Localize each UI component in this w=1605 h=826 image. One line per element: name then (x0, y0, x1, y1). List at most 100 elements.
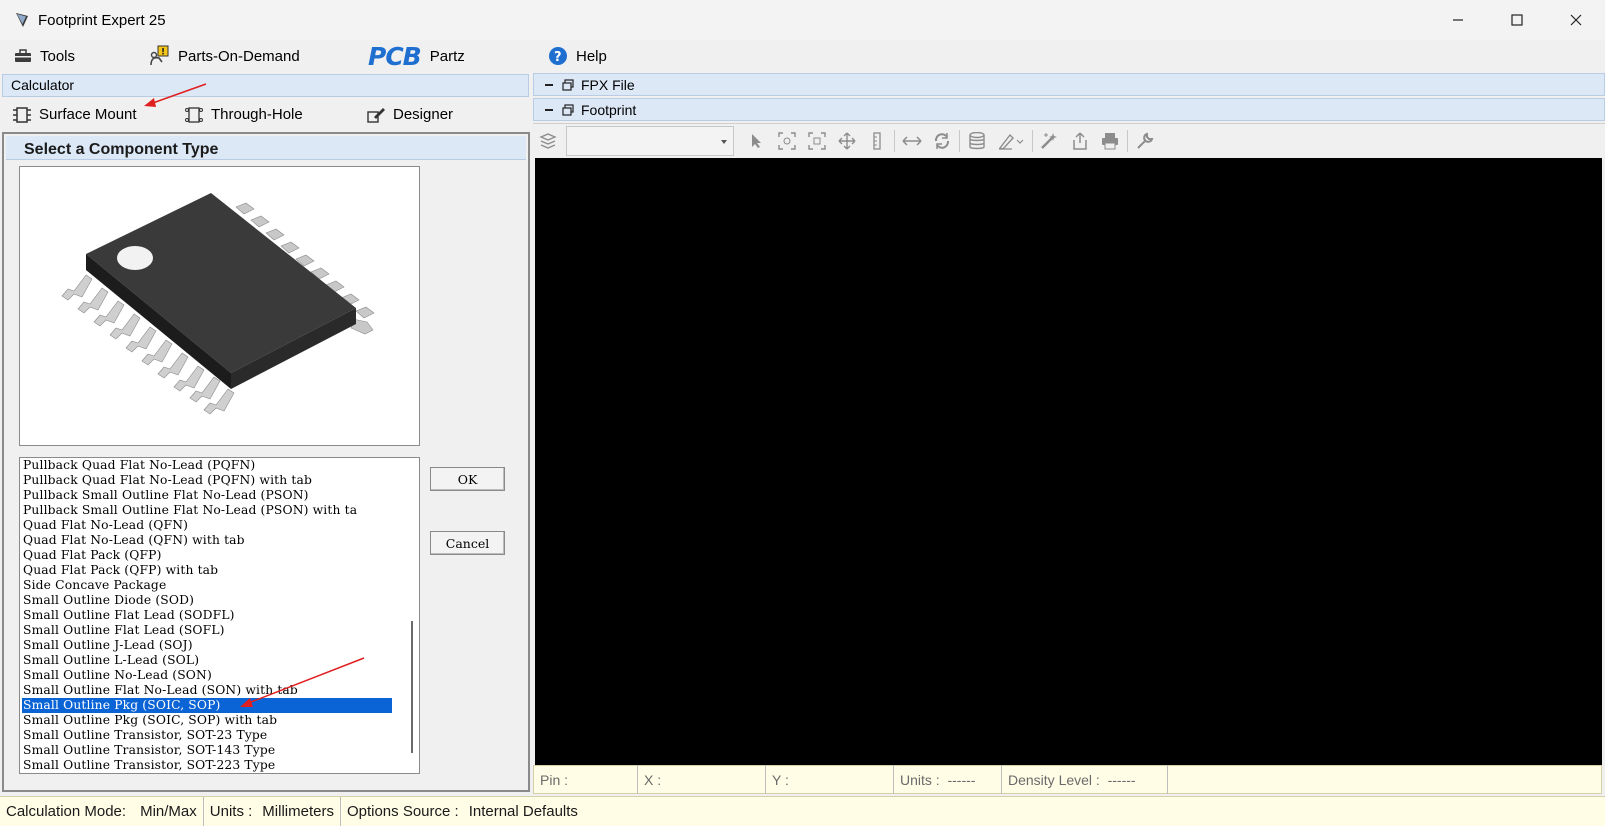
ok-button[interactable]: OK (430, 467, 505, 491)
component-list-items: Pullback Quad Flat No-Lead (PQFN) Pullbac… (22, 458, 392, 773)
calc-mode-value: Min/Max (140, 803, 197, 820)
layers-icon[interactable] (533, 126, 563, 156)
parts-on-demand-icon: ! (150, 45, 169, 66)
app-icon (16, 13, 28, 27)
help-icon: ? (549, 47, 567, 65)
tab-surface-mount-label: Surface Mount (39, 106, 137, 123)
layer-combo[interactable] (566, 125, 734, 156)
pan-icon[interactable] (832, 126, 862, 156)
database-icon[interactable] (962, 126, 992, 156)
component-preview (19, 166, 420, 446)
tab-through-hole-label: Through-Hole (211, 106, 303, 123)
restore-window-icon[interactable] (562, 78, 574, 91)
restore-window-icon[interactable] (562, 103, 574, 116)
options-source-status: Options Source : Internal Defaults (341, 797, 584, 826)
footprint-canvas[interactable] (535, 158, 1602, 765)
window-title: Footprint Expert 25 (38, 11, 166, 29)
list-item[interactable]: Pullback Quad Flat No-Lead (PQFN) with t… (22, 473, 392, 488)
menu-partz-label: Partz (429, 47, 465, 65)
calculator-header: Calculator (2, 74, 529, 97)
minimize-icon (1452, 19, 1463, 21)
designer-icon (367, 107, 385, 123)
list-item[interactable]: Pullback Small Outline Flat No-Lead (PSO… (22, 503, 392, 518)
menu-tools[interactable]: Tools (14, 40, 75, 72)
component-select-panel: Select a Component Type Pullback Quad Fl… (2, 132, 530, 792)
soic-package-image (61, 193, 375, 415)
list-item[interactable]: Small Outline Flat Lead (SOFL) (22, 623, 392, 638)
list-item[interactable]: Small Outline No-Lead (SON) (22, 668, 392, 683)
units-status: Units : ------ (894, 765, 1002, 794)
list-item[interactable]: Small Outline Flat Lead (SODFL) (22, 608, 392, 623)
ruler-icon[interactable] (862, 126, 892, 156)
title-bar: Footprint Expert 25 (0, 0, 1605, 40)
menu-tools-label: Tools (40, 47, 76, 65)
list-scrollbar-thumb[interactable] (411, 621, 413, 753)
zoom-window-icon[interactable] (802, 126, 832, 156)
list-item[interactable]: Quad Flat No-Lead (QFN) (22, 518, 392, 533)
list-item[interactable]: Small Outline J-Lead (SOJ) (22, 638, 392, 653)
rotate-icon[interactable] (927, 126, 957, 156)
fpx-file-label: FPX File (581, 76, 635, 93)
tab-surface-mount[interactable]: Surface Mount (12, 99, 137, 130)
x-status: X : (638, 765, 766, 794)
calculator-tabs: Surface Mount Through-Hole Designer (0, 99, 532, 130)
export-icon[interactable] (1065, 126, 1095, 156)
pointer-icon[interactable] (742, 126, 772, 156)
close-icon (1570, 14, 1581, 26)
chip-through-hole-icon (185, 106, 203, 123)
list-item[interactable]: Pullback Quad Flat No-Lead (PQFN) (22, 458, 392, 473)
tab-designer[interactable]: Designer (366, 99, 453, 130)
minimize-button[interactable] (1428, 0, 1487, 40)
select-component-header: Select a Component Type (6, 136, 526, 160)
pcb-logo: PCB (368, 41, 422, 71)
footprint-label: Footprint (581, 101, 637, 118)
list-item[interactable]: Quad Flat Pack (QFP) (22, 548, 392, 563)
list-item[interactable]: Small Outline Transistor, SOT-223 Type (22, 758, 392, 773)
mirror-icon[interactable] (897, 126, 927, 156)
chevron-down-icon (721, 139, 727, 144)
svg-text:!: ! (161, 48, 165, 58)
list-item[interactable]: Small Outline Diode (SOD) (22, 593, 392, 608)
calc-mode-status: Calculation Mode: Min/Max (0, 796, 204, 826)
list-item[interactable]: Side Concave Package (22, 578, 392, 593)
fpx-file-bar[interactable]: FPX File (533, 73, 1605, 96)
list-item[interactable]: Small Outline Transistor, SOT-23 Type (22, 728, 392, 743)
units-value: Millimeters (262, 803, 334, 820)
options-source-value: Internal Defaults (468, 803, 578, 820)
cancel-button[interactable]: Cancel (430, 531, 505, 555)
menu-parts-on-demand-label: Parts-On-Demand (178, 47, 300, 65)
zoom-extents-icon[interactable] (772, 126, 802, 156)
print-icon[interactable] (1095, 126, 1125, 156)
collapse-icon[interactable] (545, 108, 553, 111)
menu-help[interactable]: ? Help (548, 40, 607, 72)
bottom-status-bar: Calculation Mode: Min/Max Units : Millim… (0, 796, 1605, 826)
tab-through-hole[interactable]: Through-Hole (184, 99, 303, 130)
density-status: Density Level : ------ (1002, 765, 1168, 794)
list-item[interactable]: Small Outline Pkg (SOIC, SOP) (22, 698, 392, 713)
close-button[interactable] (1546, 0, 1605, 40)
draw-tool-icon[interactable] (992, 126, 1030, 156)
footprint-bar[interactable]: Footprint (533, 98, 1605, 121)
list-item[interactable]: Small Outline Flat No-Lead (SON) with ta… (22, 683, 392, 698)
menu-pcb-partz[interactable]: PCB Partz (368, 40, 465, 72)
options-source-label: Options Source : (346, 803, 459, 820)
list-item[interactable]: Quad Flat No-Lead (QFN) with tab (22, 533, 392, 548)
list-item[interactable]: Quad Flat Pack (QFP) with tab (22, 563, 392, 578)
units-label: Units : (209, 803, 253, 820)
units-status-bottom: Units : Millimeters (204, 796, 341, 826)
list-item[interactable]: Small Outline Transistor, SOT-143 Type (22, 743, 392, 758)
list-item[interactable]: Small Outline L-Lead (SOL) (22, 653, 392, 668)
wrench-icon[interactable] (1130, 126, 1160, 156)
footprint-toolbar (533, 123, 1605, 157)
toolbox-icon (15, 49, 31, 62)
y-status: Y : (766, 765, 894, 794)
footprint-status-bar: Pin : X : Y : Units : ------ Density Lev… (533, 765, 1602, 794)
calc-mode-label: Calculation Mode: (6, 803, 127, 820)
collapse-icon[interactable] (545, 83, 553, 86)
component-type-list[interactable]: Pullback Quad Flat No-Lead (PQFN) Pullbac… (19, 457, 420, 774)
list-item[interactable]: Small Outline Pkg (SOIC, SOP) with tab (22, 713, 392, 728)
wizard-icon[interactable] (1035, 126, 1065, 156)
list-item[interactable]: Pullback Small Outline Flat No-Lead (PSO… (22, 488, 392, 503)
menu-parts-on-demand[interactable]: ! Parts-On-Demand (148, 40, 300, 72)
maximize-button[interactable] (1487, 0, 1546, 40)
